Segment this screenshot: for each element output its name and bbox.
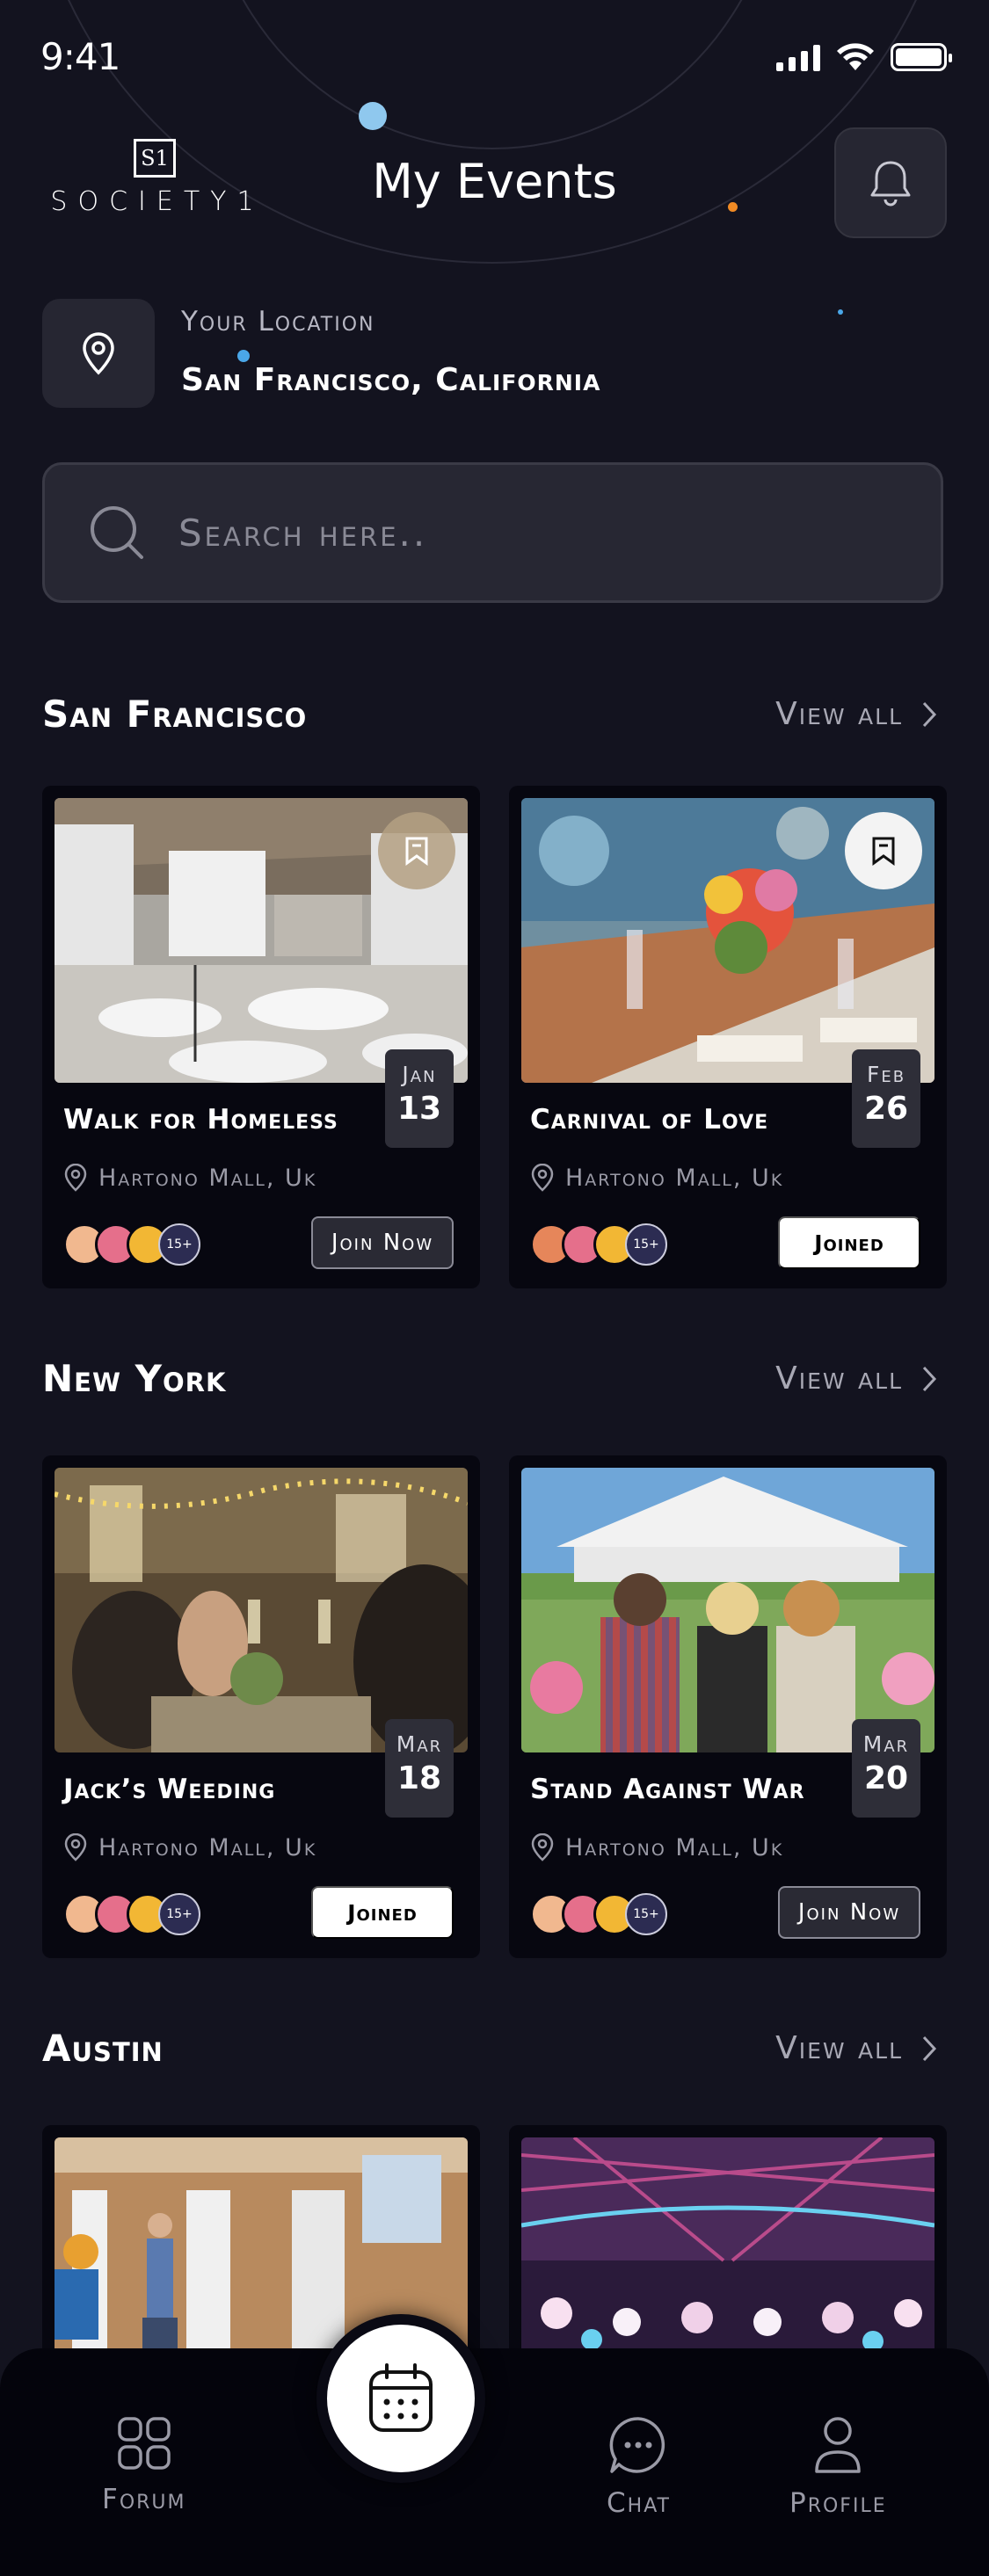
nav-forum[interactable]: Forum xyxy=(102,2415,186,2515)
event-day: 20 xyxy=(863,1760,909,1796)
nav-profile-label: Profile xyxy=(789,2487,887,2519)
location-pin-icon xyxy=(531,1833,554,1861)
bookmark-button[interactable] xyxy=(378,812,455,889)
event-date: Jan 13 xyxy=(385,1049,454,1148)
search-icon xyxy=(91,506,143,559)
nav-chat[interactable]: Chat xyxy=(607,2415,671,2519)
event-month: Jan xyxy=(402,1062,437,1087)
attendee-avatars[interactable]: 15+ xyxy=(63,1223,200,1266)
attendee-avatars[interactable]: 15+ xyxy=(530,1893,667,1935)
wifi-icon xyxy=(837,43,874,70)
location-pin-icon xyxy=(64,1833,87,1861)
decorative-dot xyxy=(237,350,250,362)
attendees-more-badge: 15+ xyxy=(625,1223,667,1266)
nav-chat-label: Chat xyxy=(607,2487,671,2519)
event-location-text: Hartono Mall, Uk xyxy=(565,1164,784,1192)
attendees-more-badge: 15+ xyxy=(625,1893,667,1935)
section-title-san-francisco: San Francisco xyxy=(42,693,308,736)
section-title-austin: Austin xyxy=(42,2027,164,2070)
event-card[interactable]: Mar 20 Stand Against War Hartono Mall, U… xyxy=(509,1455,947,1958)
view-all-austin[interactable]: View all xyxy=(775,2030,938,2066)
status-icons xyxy=(776,42,952,72)
event-date: Mar 20 xyxy=(852,1719,920,1818)
signal-icon xyxy=(776,43,820,71)
event-image xyxy=(521,1468,934,1752)
bell-icon xyxy=(870,161,911,207)
event-image xyxy=(55,1468,468,1752)
event-day: 26 xyxy=(863,1091,909,1127)
location-pin-icon xyxy=(531,1164,554,1192)
search-bar[interactable] xyxy=(42,462,943,603)
event-location: Hartono Mall, Uk xyxy=(530,1164,783,1192)
event-day: 13 xyxy=(396,1091,442,1127)
event-location-text: Hartono Mall, Uk xyxy=(565,1833,784,1861)
view-all-new-york[interactable]: View all xyxy=(775,1361,938,1397)
decorative-dot xyxy=(359,102,387,130)
event-location-text: Hartono Mall, Uk xyxy=(98,1164,317,1192)
event-date: Feb 26 xyxy=(852,1049,920,1148)
location-pin-icon xyxy=(83,332,114,375)
section-title-new-york: New York xyxy=(42,1357,227,1400)
attendee-avatars[interactable]: 15+ xyxy=(530,1223,667,1266)
chevron-right-icon xyxy=(922,2035,937,2061)
user-icon xyxy=(815,2417,862,2473)
join-now-button[interactable]: Join Now xyxy=(778,1886,920,1939)
location-value: San Francisco, California xyxy=(181,362,601,398)
bookmark-icon xyxy=(872,837,895,866)
view-all-label: View all xyxy=(775,2030,903,2066)
event-location: Hartono Mall, Uk xyxy=(63,1164,316,1192)
event-card[interactable]: Mar 18 Jack’s Weeding Hartono Mall, Uk 1… xyxy=(42,1455,480,1958)
view-all-label: View all xyxy=(775,696,903,732)
event-location: Hartono Mall, Uk xyxy=(63,1833,316,1861)
joined-button[interactable]: Joined xyxy=(778,1216,920,1269)
nav-forum-label: Forum xyxy=(102,2484,186,2515)
events-calendar-button[interactable] xyxy=(316,2314,485,2483)
event-location-text: Hartono Mall, Uk xyxy=(98,1833,317,1861)
event-location: Hartono Mall, Uk xyxy=(530,1833,783,1861)
search-input[interactable] xyxy=(178,511,794,555)
attendee-avatars[interactable]: 15+ xyxy=(63,1893,200,1935)
chat-icon xyxy=(610,2417,665,2473)
chevron-right-icon xyxy=(922,1366,937,1391)
bookmark-icon xyxy=(405,837,428,866)
location-pin-icon xyxy=(64,1164,87,1192)
event-card[interactable]: Jan 13 Walk for Homeless Hartono Mall, U… xyxy=(42,786,480,1288)
notifications-button[interactable] xyxy=(834,127,947,238)
event-title: Carnival of Love xyxy=(530,1104,769,1136)
event-day: 18 xyxy=(396,1760,442,1796)
bookmark-button[interactable] xyxy=(845,812,922,889)
event-title: Walk for Homeless xyxy=(63,1104,338,1136)
attendees-more-badge: 15+ xyxy=(158,1223,200,1266)
view-all-san-francisco[interactable]: View all xyxy=(775,696,938,732)
joined-button[interactable]: Joined xyxy=(311,1886,454,1939)
grid-icon xyxy=(118,2417,171,2470)
event-title: Jack’s Weeding xyxy=(63,1774,276,1805)
attendees-more-badge: 15+ xyxy=(158,1893,200,1935)
chevron-right-icon xyxy=(922,701,937,727)
event-date: Mar 18 xyxy=(385,1719,454,1818)
status-time: 9:41 xyxy=(40,35,120,78)
event-month: Mar xyxy=(862,1731,910,1757)
decorative-dot xyxy=(838,309,843,315)
event-month: Feb xyxy=(866,1062,906,1087)
event-card[interactable]: Feb 26 Carnival of Love Hartono Mall, Uk… xyxy=(509,786,947,1288)
nav-profile[interactable]: Profile xyxy=(789,2415,887,2519)
calendar-icon xyxy=(369,2363,433,2432)
location-button[interactable] xyxy=(42,299,155,408)
view-all-label: View all xyxy=(775,1361,903,1397)
battery-icon xyxy=(891,43,952,71)
location-label: Your Location xyxy=(181,306,375,337)
join-now-button[interactable]: Join Now xyxy=(311,1216,454,1269)
event-title: Stand Against War xyxy=(530,1774,805,1805)
event-month: Mar xyxy=(396,1731,443,1757)
